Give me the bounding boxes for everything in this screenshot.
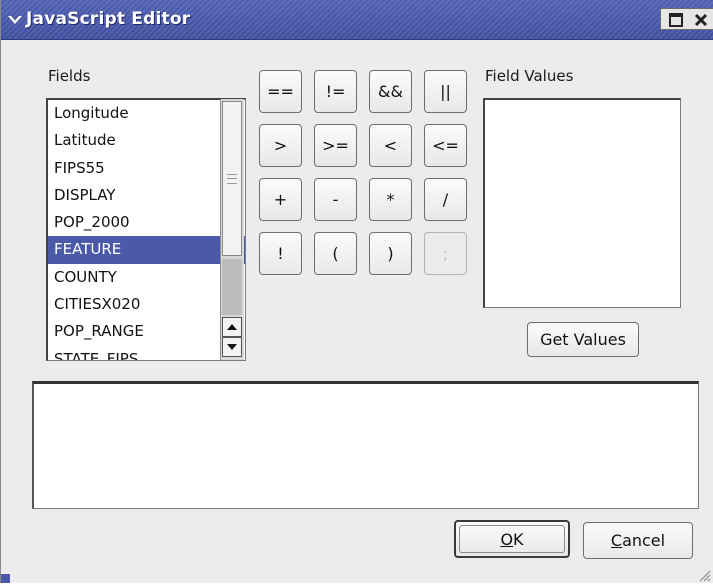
list-item[interactable]: Longitude [48,100,245,127]
operator-and-button[interactable]: && [369,70,412,113]
arrow-up-icon [227,324,237,330]
operator-less-button[interactable]: < [369,124,412,167]
operator-not-button[interactable]: ! [259,232,302,275]
operator-plus-button[interactable]: + [259,178,302,221]
operator-open-paren-button[interactable]: ( [314,232,357,275]
operator-equals-button[interactable]: == [259,70,302,113]
maximize-icon[interactable] [669,12,683,27]
list-item[interactable]: COUNTY [48,264,245,291]
scrollbar-track[interactable] [222,259,242,315]
list-item-selected[interactable]: FEATURE [48,236,245,264]
window-corner [1,574,10,583]
cancel-button[interactable]: Cancel [583,522,693,559]
window-title: JavaScript Editor [26,9,191,29]
grip-icon [227,174,237,184]
resize-grip-icon[interactable] [697,567,711,582]
operator-close-paren-button[interactable]: ) [369,232,412,275]
operator-or-button[interactable]: || [424,70,467,113]
scroll-up-button[interactable] [222,317,242,337]
scrollbar-thumb[interactable] [222,101,242,256]
fields-label: Fields [48,67,91,85]
list-item[interactable]: STATE_FIPS [48,346,245,360]
title-bar[interactable]: JavaScript Editor [1,0,713,40]
fields-scrollbar[interactable] [220,99,244,360]
javascript-editor-window: JavaScript Editor Fields Longitude Latit… [0,0,713,583]
list-item[interactable]: CITIESX020 [48,291,245,318]
operator-not-equals-button[interactable]: != [314,70,357,113]
operator-less-equal-button[interactable]: <= [424,124,467,167]
operator-multiply-button[interactable]: * [369,178,412,221]
list-item[interactable]: POP_2000 [48,209,245,236]
operator-greater-button[interactable]: > [259,124,302,167]
fields-list[interactable]: Longitude Latitude FIPS55 DISPLAY POP_20… [46,98,246,361]
chevron-down-icon[interactable] [7,12,23,28]
scroll-down-button[interactable] [222,337,242,357]
list-item[interactable]: POP_RANGE [48,318,245,345]
list-item[interactable]: DISPLAY [48,182,245,209]
close-icon[interactable] [693,12,709,28]
field-values-list[interactable] [483,98,681,308]
operator-divide-button[interactable]: / [424,178,467,221]
window-controls [660,8,713,30]
list-item[interactable]: FIPS55 [48,155,245,182]
operator-minus-button[interactable]: - [314,178,357,221]
list-item[interactable]: Latitude [48,127,245,154]
field-values-label: Field Values [485,67,574,85]
expression-editor[interactable] [32,381,699,509]
operator-greater-equal-button[interactable]: >= [314,124,357,167]
arrow-down-icon [227,344,237,350]
get-values-button[interactable]: Get Values [527,322,639,357]
operator-semicolon-button[interactable]: ; [424,232,467,275]
ok-button[interactable]: OK [454,520,570,558]
